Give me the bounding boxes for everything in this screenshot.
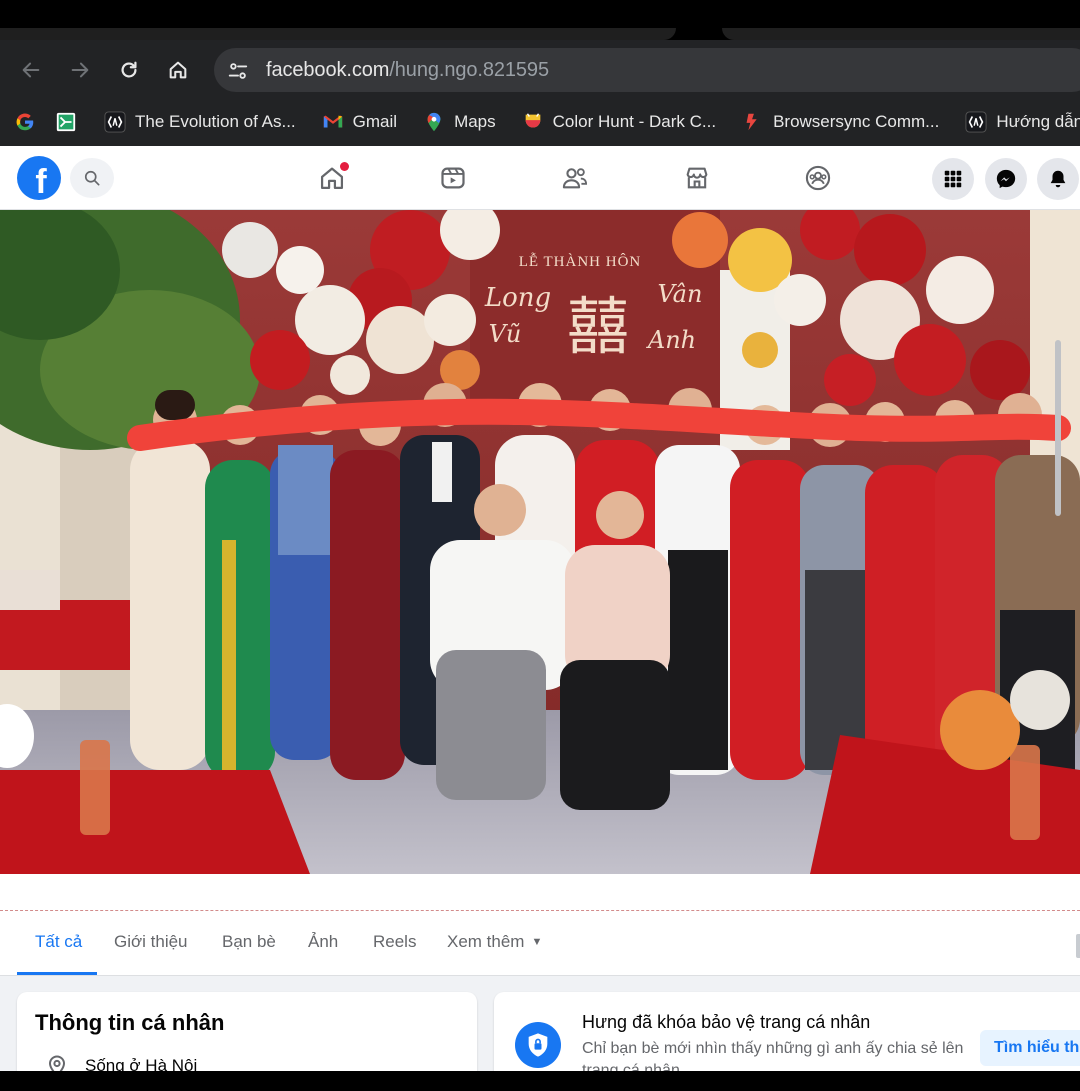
back-button[interactable] (15, 54, 47, 86)
sign-name-right-top: Vân (658, 280, 703, 308)
profile-band-divider (0, 910, 1080, 911)
intro-lives-in: Sống ở Hà Nội (85, 1056, 198, 1071)
browser-toolbar: facebook.com/hung.ngo.821595 (0, 40, 1080, 98)
address-bar[interactable]: facebook.com/hung.ngo.821595 (214, 48, 1080, 92)
bookmark-label: Gmail (352, 112, 398, 131)
sign-symbol: 囍 (567, 290, 629, 363)
notification-dot (340, 162, 349, 171)
bookmark-label: Color Hunt - Dark C... (552, 112, 717, 131)
browsersync-icon (742, 111, 764, 133)
search-icon (84, 170, 100, 186)
nav-marketplace[interactable] (681, 162, 713, 194)
sign-name-left-bottom: Vũ (489, 320, 522, 348)
tabs-overflow-button[interactable] (1076, 934, 1080, 958)
friends-icon (562, 168, 588, 189)
site-settings-icon[interactable] (226, 59, 250, 83)
search-button[interactable] (70, 158, 114, 198)
tab-about[interactable]: Giới thiệu (114, 932, 188, 952)
intro-card: Thông tin cá nhân Sống ở Hà Nội (17, 992, 477, 1071)
browser-tab-strip-left (0, 28, 676, 40)
profile-header-band (0, 874, 1080, 912)
browser-tab-strip-right (722, 28, 1080, 40)
intro-title: Thông tin cá nhân (35, 1010, 225, 1035)
shield-lock-icon (515, 1022, 561, 1068)
facebook-logo[interactable]: f (17, 156, 61, 201)
bookmark-maps[interactable]: Maps (423, 106, 496, 138)
arrow-left-icon (22, 62, 40, 78)
bookmark-label: The Evolution of As... (135, 112, 296, 131)
facebook-logo-letter: f (35, 162, 47, 201)
menu-grid-icon (944, 170, 962, 188)
bookmark-browsersync[interactable]: Browsersync Comm... (742, 106, 939, 138)
nav-groups[interactable] (802, 162, 834, 194)
bookmark-sheets[interactable] (55, 106, 86, 138)
locked-profile-title: Hưng đã khóa bảo vệ trang cá nhân (582, 1012, 871, 1032)
sign-name-right-bottom: Anh (646, 326, 696, 354)
tab-reels[interactable]: Reels (373, 932, 416, 952)
arrow-right-icon (71, 62, 89, 78)
bookmark-google[interactable] (14, 106, 45, 138)
gmail-icon (322, 111, 344, 133)
home-outline-icon (169, 61, 187, 79)
tab-all[interactable]: Tất cả (35, 932, 82, 952)
tab-more[interactable]: Xem thêm ▼ (447, 932, 542, 952)
nav-video[interactable] (437, 162, 469, 194)
bookmark-astro-evolution[interactable]: The Evolution of As... (104, 106, 296, 138)
colorhunt-icon (522, 111, 544, 133)
bell-icon (1050, 170, 1066, 188)
learn-more-button[interactable]: Tìm hiểu thêm (980, 1030, 1080, 1066)
messenger-button[interactable] (985, 158, 1027, 200)
active-tab-indicator (17, 972, 97, 975)
tab-friends[interactable]: Bạn bè (222, 932, 276, 952)
notifications-button[interactable] (1037, 158, 1079, 200)
location-pin-icon (48, 1055, 66, 1071)
cover-photo[interactable]: LỄ THÀNH HÔN Long Vũ 囍 Vân Anh (0, 210, 1080, 874)
table-left (0, 770, 310, 874)
cover-photo-illustration: LỄ THÀNH HÔN Long Vũ 囍 Vân Anh (0, 210, 1080, 874)
url-path: /hung.ngo.821595 (389, 59, 549, 81)
video-icon (441, 167, 465, 189)
astro-icon (104, 111, 126, 133)
caret-down-icon: ▼ (531, 936, 543, 948)
maps-icon (423, 111, 445, 133)
sign-name-left-top: Long (484, 283, 551, 313)
bookmark-label: Browsersync Comm... (773, 112, 940, 131)
reload-icon (121, 61, 137, 78)
locked-profile-description: Chỉ bạn bè mới nhìn thấy những gì anh ấy… (582, 1040, 964, 1071)
intro-lives-in-row: Sống ở Hà Nội (45, 1054, 197, 1071)
facebook-page: f LỄ THÀNH HÔN Long Vũ 囍 Vân Anh Tất cả … (0, 146, 1080, 1071)
facebook-header: f (0, 146, 1080, 210)
locked-profile-card: Hưng đã khóa bảo vệ trang cá nhân Chỉ bạ… (494, 992, 1080, 1071)
forward-button[interactable] (64, 54, 96, 86)
bookmarks-bar: The Evolution of As... Gmail Maps Color … (0, 98, 1080, 146)
nav-friends[interactable] (559, 162, 591, 194)
groups-icon (805, 165, 831, 191)
google-icon (14, 111, 36, 133)
messenger-icon (996, 169, 1016, 189)
bookmark-astro-guide[interactable]: Hướng dẫn hoàn (965, 106, 1080, 138)
astro-icon (965, 111, 987, 133)
sheets-icon (55, 111, 77, 133)
tab-photos[interactable]: Ảnh (308, 932, 338, 952)
url-domain: facebook.com (266, 59, 390, 81)
profile-tabs: Tất cả Giới thiệu Bạn bè Ảnh Reels Xem t… (0, 912, 1080, 976)
bookmark-label: Hướng dẫn hoàn (996, 112, 1080, 131)
page-scrollbar[interactable] (1055, 340, 1061, 516)
bookmark-colorhunt[interactable]: Color Hunt - Dark C... (522, 106, 716, 138)
menu-button[interactable] (932, 158, 974, 200)
home-button[interactable] (162, 54, 194, 86)
bookmark-gmail[interactable]: Gmail (322, 106, 397, 138)
screen-bezel-bottom (0, 1071, 1080, 1091)
marketplace-icon (686, 167, 708, 189)
tab-more-label: Xem thêm (447, 932, 525, 951)
reload-button[interactable] (113, 54, 145, 86)
url-text[interactable]: facebook.com/hung.ngo.821595 (266, 59, 549, 82)
sign-title: LỄ THÀNH HÔN (519, 252, 642, 270)
bookmark-label: Maps (454, 112, 496, 131)
